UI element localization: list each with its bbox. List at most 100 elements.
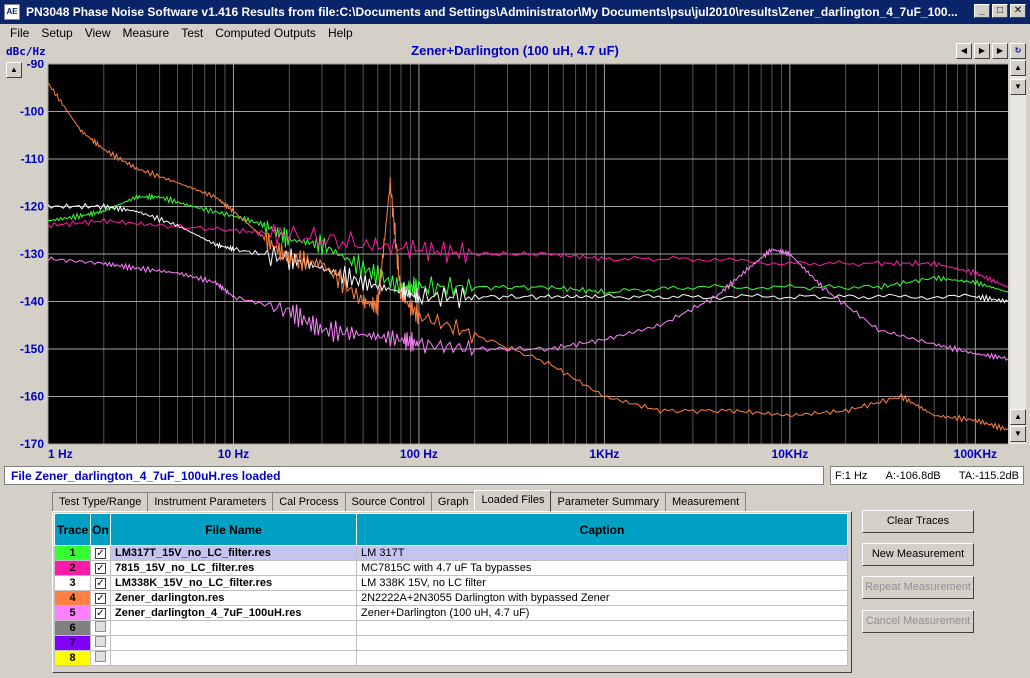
scroll-left-icon[interactable]: ◀ — [956, 43, 972, 59]
close-button[interactable]: ✕ — [1010, 4, 1026, 18]
header-trace: Trace — [54, 513, 91, 546]
trace-on-checkbox[interactable]: ✓ — [95, 593, 106, 604]
loaded-files-table: Trace On File Name Caption 1 ✓ LM317T_15V_… — [54, 513, 848, 666]
tab-cal-process[interactable]: Cal Process — [272, 492, 346, 511]
menu-help[interactable]: Help — [322, 26, 359, 40]
trace-number: 5 — [54, 605, 91, 621]
table-row[interactable]: 8 — [54, 650, 848, 666]
menu-test[interactable]: Test — [175, 26, 209, 40]
trace-caption: LM 317T — [356, 545, 848, 561]
menu-bar: File Setup View Measure Test Computed Ou… — [0, 24, 1030, 42]
trace-on-checkbox[interactable]: ✓ — [95, 563, 106, 574]
menu-view[interactable]: View — [79, 26, 117, 40]
x-tick-label: 100 Hz — [400, 447, 438, 461]
scroll-right-icon[interactable]: ▶ — [974, 43, 990, 59]
tab-strip: Test Type/Range Instrument Parameters Ca… — [52, 490, 747, 512]
y-tick-label: -100 — [20, 105, 44, 119]
table-row[interactable]: 7 — [54, 635, 848, 651]
trace-on-checkbox[interactable]: ✓ — [95, 578, 106, 589]
table-row[interactable]: 1 ✓ LM317T_15V_no_LC_filter.res LM 317T — [54, 545, 848, 561]
status-readout: F:1 Hz A:-106.8dB TA:-115.2dB — [830, 466, 1024, 485]
cancel-measurement-button: Cancel Measurement — [862, 610, 974, 633]
y-tick-label: -170 — [20, 437, 44, 451]
menu-measure[interactable]: Measure — [117, 26, 176, 40]
scroll-up-2-icon[interactable]: ▲ — [1010, 409, 1026, 425]
table-row[interactable]: 6 — [54, 620, 848, 636]
scroll-up-icon[interactable]: ▲ — [1010, 60, 1026, 76]
table-row[interactable]: 3 ✓ LM338K_15V_no_LC_filter.res LM 338K 15V… — [54, 575, 848, 591]
x-tick-label: 1 Hz — [48, 447, 73, 461]
trace-file-name — [110, 650, 357, 666]
trace-on-cell: ✓ — [90, 545, 111, 561]
trace-file-name — [110, 635, 357, 651]
tab-measurement[interactable]: Measurement — [664, 492, 747, 511]
trace-file-name: Zener_darlington_4_7uF_100uH.res — [110, 605, 357, 621]
trace-on-cell: ✓ — [90, 560, 111, 576]
x-tick-label: 10KHz — [772, 447, 809, 461]
a-readout: A:-106.8dB — [885, 470, 941, 482]
trace-on-cell — [90, 620, 111, 636]
trace-on-cell: ✓ — [90, 605, 111, 621]
trace-number: 4 — [54, 590, 91, 606]
trace-number: 2 — [54, 560, 91, 576]
tab-parameter-summary[interactable]: Parameter Summary — [550, 492, 666, 511]
title-bar: AE PN3048 Phase Noise Software v1.416 Re… — [0, 0, 1030, 24]
trace-on-cell — [90, 650, 111, 666]
trace-on-checkbox[interactable] — [95, 636, 106, 647]
table-row[interactable]: 5 ✓ Zener_darlington_4_7uF_100uH.res Zener+… — [54, 605, 848, 621]
trace-caption — [356, 620, 848, 636]
vertical-scrollbar[interactable]: ▲ ▼ ▲ ▼ — [1010, 60, 1026, 444]
clear-traces-button[interactable]: Clear Traces — [862, 510, 974, 533]
trace-file-name — [110, 620, 357, 636]
header-on: On — [90, 513, 111, 546]
trace-caption — [356, 635, 848, 651]
tab-loaded-files[interactable]: Loaded Files — [474, 490, 552, 511]
trace-on-checkbox[interactable]: ✓ — [95, 548, 106, 559]
repeat-measurement-button: Repeat Measurement — [862, 576, 974, 599]
menu-computed-outputs[interactable]: Computed Outputs — [209, 26, 322, 40]
scroll-down-icon[interactable]: ▼ — [1010, 79, 1026, 95]
minimize-button[interactable]: _ — [974, 4, 990, 18]
trace-on-cell: ✓ — [90, 590, 111, 606]
y-tick-label: -90 — [27, 60, 45, 71]
x-tick-label: 1KHz — [589, 447, 619, 461]
trace-on-checkbox[interactable] — [95, 651, 106, 662]
table-row[interactable]: 4 ✓ Zener_darlington.res 2N2222A+2N3055 Dar… — [54, 590, 848, 606]
menu-file[interactable]: File — [4, 26, 35, 40]
y-tick-label: -140 — [20, 295, 44, 309]
trace-on-cell: ✓ — [90, 575, 111, 591]
trace-caption: MC7815C with 4.7 uF Ta bypasses — [356, 560, 848, 576]
graph-header: dBc/Hz Zener+Darlington (100 uH, 4.7 uF)… — [0, 42, 1030, 60]
phase-noise-chart: -90 -100 -110 -120 -130 -140 -150 -160 -170 1 Hz 1… — [20, 60, 1009, 461]
trace-number: 7 — [54, 635, 91, 651]
window-title: PN3048 Phase Noise Software v1.416 Resul… — [26, 5, 958, 19]
trace-caption — [356, 650, 848, 666]
tab-source-control[interactable]: Source Control — [344, 492, 432, 511]
header-file-name: File Name — [110, 513, 357, 546]
y-scroll-up-icon[interactable]: ▲ — [6, 62, 22, 78]
app-window: AE PN3048 Phase Noise Software v1.416 Re… — [0, 0, 1030, 678]
header-caption: Caption — [356, 513, 848, 546]
trace-caption: Zener+Darlington (100 uH, 4.7 uF) — [356, 605, 848, 621]
tab-graph[interactable]: Graph — [430, 492, 476, 511]
status-row: File Zener_darlington_4_7uF_100uH.res lo… — [0, 466, 1030, 486]
status-file: File Zener_darlington_4_7uF_100uH.res lo… — [4, 466, 824, 485]
y-tick-label: -160 — [20, 390, 44, 404]
app-icon: AE — [4, 4, 20, 20]
trace-file-name: 7815_15V_no_LC_filter.res — [110, 560, 357, 576]
trace-on-cell — [90, 635, 111, 651]
new-measurement-button[interactable]: New Measurement — [862, 543, 974, 566]
y-tick-label: -150 — [20, 342, 44, 356]
tab-test-type-range[interactable]: Test Type/Range — [52, 492, 149, 511]
table-row[interactable]: 2 ✓ 7815_15V_no_LC_filter.res MC7815C with … — [54, 560, 848, 576]
menu-setup[interactable]: Setup — [35, 26, 78, 40]
trace-on-checkbox[interactable] — [95, 621, 106, 632]
tab-instrument-parameters[interactable]: Instrument Parameters — [147, 492, 274, 511]
trace-number: 1 — [54, 545, 91, 561]
scroll-right-end-icon[interactable]: ▶ — [992, 43, 1008, 59]
y-tick-label: -120 — [20, 200, 44, 214]
maximize-button[interactable]: □ — [992, 4, 1008, 18]
refresh-icon[interactable]: ↻ — [1010, 43, 1026, 59]
trace-on-checkbox[interactable]: ✓ — [95, 608, 106, 619]
scroll-down-2-icon[interactable]: ▼ — [1010, 426, 1026, 442]
